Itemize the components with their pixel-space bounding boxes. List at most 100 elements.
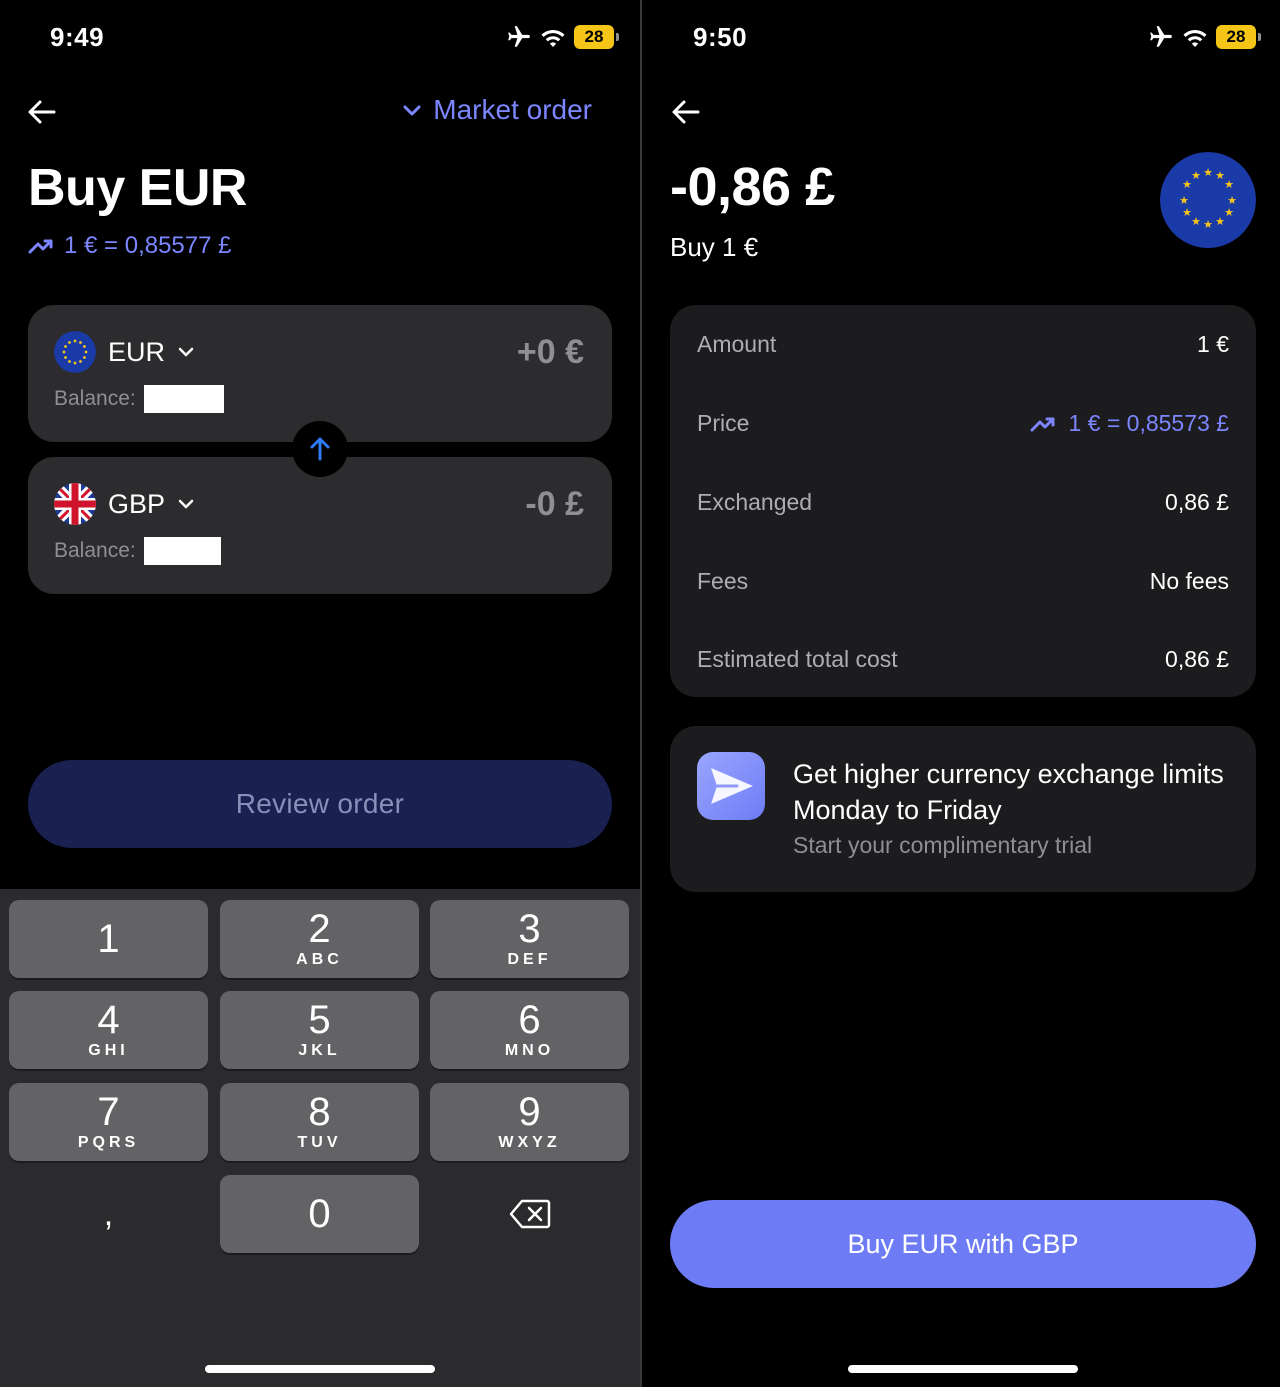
key-3[interactable]: 3 DEF xyxy=(430,900,629,978)
back-arrow-icon[interactable] xyxy=(26,96,58,128)
to-currency-selector[interactable]: GBP xyxy=(54,483,195,525)
eu-flag-icon: ★ ★★★★★★★★★★★ xyxy=(1160,152,1256,248)
svg-text:★: ★ xyxy=(1224,206,1234,219)
arrow-up-icon xyxy=(310,437,330,461)
status-icons: 28 xyxy=(1148,24,1261,50)
chevron-down-icon xyxy=(178,347,194,357)
airplane-icon xyxy=(1150,26,1172,47)
promo-title: Get higher currency exchange limits Mond… xyxy=(793,759,1224,825)
from-currency-selector[interactable]: EUR xyxy=(54,331,195,373)
home-indicator xyxy=(205,1365,435,1373)
detail-value: 0,86 £ xyxy=(1165,489,1229,515)
key-backspace[interactable] xyxy=(430,1175,629,1253)
key-digit: 6 xyxy=(518,998,541,1042)
key-6[interactable]: 6 MNO xyxy=(430,991,629,1069)
svg-text:★: ★ xyxy=(1203,218,1213,231)
key-digit: 9 xyxy=(518,1090,541,1134)
svg-text:★: ★ xyxy=(1191,215,1201,228)
balance-redacted xyxy=(143,537,221,565)
exchange-rate: 1 € = 0,85577 £ xyxy=(28,232,231,260)
detail-row-price: Price 1 € = 0,85573 £ xyxy=(697,410,1229,437)
detail-row-total: Estimated total cost 0,86 £ xyxy=(697,646,1229,673)
key-1[interactable]: 1 xyxy=(9,900,208,978)
svg-text:★: ★ xyxy=(1224,178,1234,191)
detail-row-exchanged: Exchanged 0,86 £ xyxy=(697,489,1229,516)
detail-label: Exchanged xyxy=(697,489,813,515)
to-balance: Balance: xyxy=(54,537,221,565)
numeric-keypad: 1 2 ABC 3 DEF 4 GHI 5 JKL 6 MNO 7 PQRS 8 TUV 9W… xyxy=(0,889,640,1387)
price-rate-text: 1 € = 0,85573 £ xyxy=(1068,410,1229,436)
from-balance: Balance: xyxy=(54,385,224,413)
battery-icon: 28 xyxy=(1216,25,1261,49)
key-9[interactable]: 9 WXYZ xyxy=(430,1083,629,1161)
promo-subtitle: Start your complimentary trial xyxy=(793,832,1093,858)
balance-label: Balance: xyxy=(54,539,136,562)
svg-text:★: ★ xyxy=(1182,206,1192,219)
detail-value: 0,86 £ xyxy=(1165,646,1229,672)
from-currency-code: EUR xyxy=(108,336,166,367)
detail-value: 1 € = 0,85573 £ xyxy=(1030,410,1229,437)
to-currency-code: GBP xyxy=(108,488,166,519)
detail-label: Amount xyxy=(697,331,777,357)
svg-text:★: ★ xyxy=(1203,166,1213,179)
to-currency-card[interactable]: GBP -0 £ Balance: xyxy=(28,457,612,594)
status-time: 9:50 xyxy=(693,22,748,52)
key-digit: , xyxy=(103,1195,114,1233)
order-type-selector[interactable]: Market order xyxy=(401,94,592,126)
battery-icon: 28 xyxy=(574,25,619,49)
svg-text:★: ★ xyxy=(1191,169,1201,182)
order-details-card: Amount 1 € Price 1 € = 0,85573 £ Exchang… xyxy=(670,305,1256,697)
key-5[interactable]: 5 JKL xyxy=(220,991,419,1069)
svg-text:★: ★ xyxy=(1215,215,1225,228)
key-letters: PQRS xyxy=(77,1134,140,1151)
page-title: Buy EUR xyxy=(28,159,247,217)
key-comma[interactable]: , xyxy=(9,1175,208,1253)
detail-label: Fees xyxy=(697,568,749,594)
detail-value: 1 € xyxy=(1197,331,1229,357)
uk-flag-icon xyxy=(54,483,96,525)
key-letters: TUV xyxy=(297,1134,342,1151)
key-2[interactable]: 2 ABC xyxy=(220,900,419,978)
key-letters: MNO xyxy=(504,1042,555,1059)
order-type-label: Market order xyxy=(433,94,592,125)
review-order-button[interactable]: Review order xyxy=(28,760,612,848)
status-time: 9:49 xyxy=(50,22,105,52)
key-0[interactable]: 0 xyxy=(220,1175,419,1253)
key-digit: 5 xyxy=(308,998,331,1042)
key-letters: GHI xyxy=(88,1042,129,1059)
detail-value: No fees xyxy=(1149,568,1229,594)
wifi-icon xyxy=(1183,30,1207,47)
balance-label: Balance: xyxy=(54,387,136,410)
key-digit: 7 xyxy=(97,1090,120,1134)
key-letters: DEF xyxy=(507,951,552,968)
exchange-rate-text: 1 € = 0,85577 £ xyxy=(64,232,232,259)
review-order-screen: 9:50 28 -0,86 £ Buy 1 € ★ ★ ★ ★ ★ ★ ★ ★ ★ ★ ★ ★ Amo… xyxy=(642,0,1280,1387)
trend-up-icon xyxy=(1030,417,1055,431)
balance-redacted xyxy=(143,385,224,413)
back-arrow-icon[interactable] xyxy=(670,96,702,128)
key-digit: 1 xyxy=(97,917,120,961)
detail-row-amount: Amount 1 € xyxy=(697,331,1229,358)
buy-eur-with-gbp-button[interactable]: Buy EUR with GBP xyxy=(670,1200,1256,1288)
swap-direction-button[interactable] xyxy=(292,421,348,477)
promo-card[interactable]: Get higher currency exchange limits Mond… xyxy=(670,726,1256,892)
key-letters: WXYZ xyxy=(498,1134,561,1151)
key-4[interactable]: 4 GHI xyxy=(9,991,208,1069)
to-amount-input[interactable]: -0 £ xyxy=(525,485,584,524)
status-icons: 28 xyxy=(506,24,619,50)
key-7[interactable]: 7 PQRS xyxy=(9,1083,208,1161)
key-digit: 3 xyxy=(518,907,541,951)
key-8[interactable]: 8 TUV xyxy=(220,1083,419,1161)
airplane-icon xyxy=(508,26,530,47)
chevron-down-icon xyxy=(178,499,194,509)
trend-up-icon xyxy=(28,239,53,254)
buy-eur-screen: 9:49 28 Market order Buy EUR 1 € = 0,855… xyxy=(0,0,640,1387)
key-digit: 2 xyxy=(308,907,331,951)
send-icon xyxy=(697,752,765,820)
home-indicator xyxy=(848,1365,1078,1373)
from-amount-input[interactable]: +0 € xyxy=(517,333,584,372)
key-digit: 4 xyxy=(97,998,120,1042)
key-letters: JKL xyxy=(298,1042,341,1059)
detail-label: Price xyxy=(697,410,750,436)
total-amount: -0,86 £ xyxy=(670,157,835,217)
